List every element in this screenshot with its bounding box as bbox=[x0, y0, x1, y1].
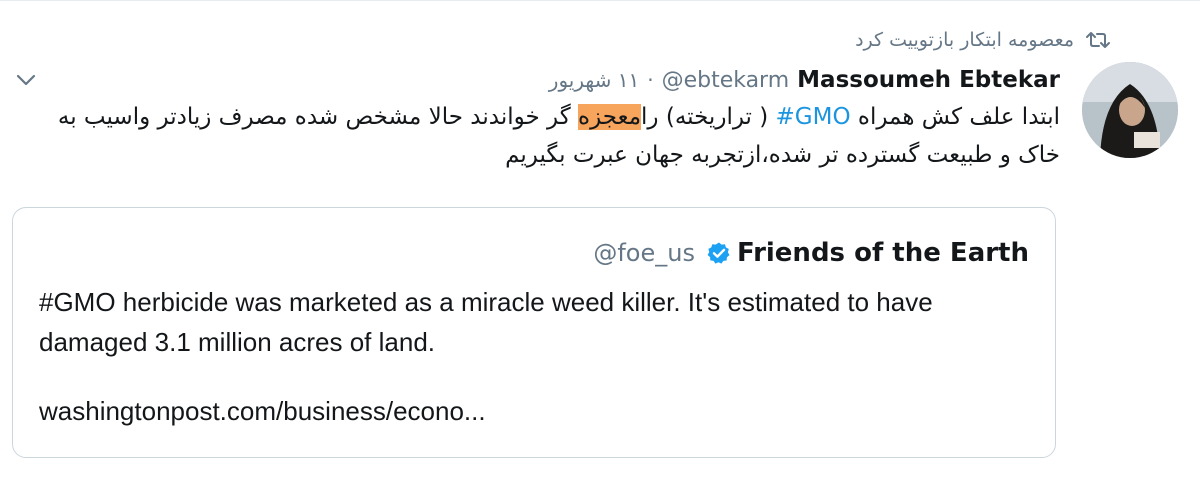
separator-dot: · bbox=[647, 68, 654, 92]
chevron-down-icon[interactable] bbox=[12, 66, 40, 94]
retweet-context: معصومه ابتکار بازتوییت کرد bbox=[855, 26, 1110, 54]
author-name[interactable]: Massoumeh Ebtekar bbox=[797, 67, 1060, 93]
author-avatar[interactable] bbox=[1082, 62, 1178, 158]
author-handle[interactable]: @ebtekarm bbox=[662, 68, 790, 93]
quoted-link[interactable]: washingtonpost.com/business/econo... bbox=[39, 396, 486, 427]
quoted-handle[interactable]: @foe_us bbox=[593, 239, 695, 267]
verified-badge-icon bbox=[707, 241, 731, 265]
highlighted-word: معجزه bbox=[578, 104, 642, 130]
quoted-header: @foe_us Friends of the Earth bbox=[593, 236, 1029, 270]
hashtag-link[interactable]: #GMO bbox=[776, 104, 851, 130]
tweet-date[interactable]: ۱۱ شهریور bbox=[549, 68, 639, 92]
quoted-name[interactable]: Friends of the Earth bbox=[737, 238, 1029, 268]
tweet-header: ۱۱ شهریور · @ebtekarm Massoumeh Ebtekar bbox=[549, 64, 1060, 96]
tweet-text: ابتدا علف کش همراه #GMO ( تراریخته) رامع… bbox=[20, 98, 1060, 174]
tweet-text-part2: ( تراریخته) را bbox=[641, 104, 776, 130]
quoted-text: #GMO herbicide was marketed as a miracle… bbox=[39, 287, 933, 357]
tweet-text-part1: ابتدا علف کش همراه bbox=[850, 104, 1060, 130]
quoted-tweet-card[interactable]: @foe_us Friends of the Earth #GMO herbic… bbox=[12, 207, 1056, 458]
top-divider bbox=[0, 0, 1200, 1]
retweet-icon bbox=[1086, 30, 1110, 50]
retweet-label[interactable]: معصومه ابتکار بازتوییت کرد bbox=[855, 29, 1074, 51]
